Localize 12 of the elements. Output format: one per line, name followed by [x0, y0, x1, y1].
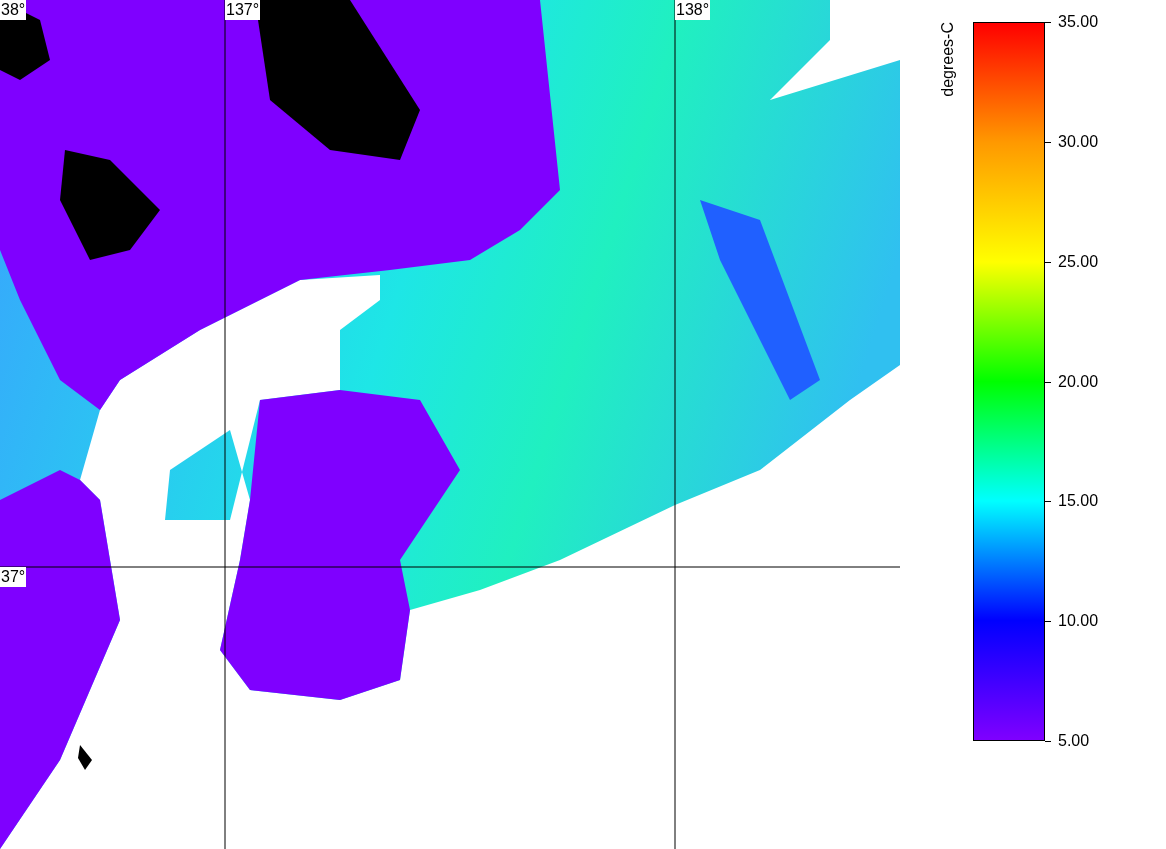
colorbar-tick-label: 35.00	[1058, 12, 1099, 32]
colorbar-tick-label: 5.00	[1058, 731, 1090, 751]
colorbar-tick-label: 15.00	[1058, 491, 1099, 512]
colorbar-tick-label: 10.00	[1058, 611, 1099, 632]
colorbar-tick-label: 20.00	[1058, 371, 1099, 392]
colorbar-tick-label: 30.00	[1058, 131, 1099, 152]
colorbar-unit-label: degrees-C	[940, 22, 956, 97]
longitude-label: 38°	[0, 0, 27, 20]
longitude-label: 137°	[225, 0, 261, 20]
longitude-label: 138°	[675, 0, 711, 20]
colorbar-tick-label: 25.00	[1058, 251, 1099, 272]
latitude-label: 37°	[0, 567, 27, 587]
